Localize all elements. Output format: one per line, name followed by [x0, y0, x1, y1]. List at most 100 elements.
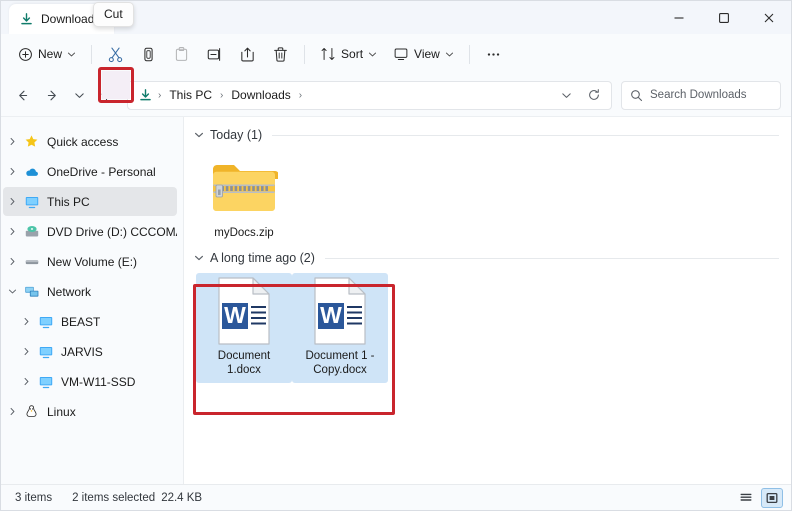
sidebar-item-onedrive[interactable]: OneDrive - Personal: [3, 157, 177, 186]
paste-icon: [175, 46, 188, 61]
toolbar-divider: [91, 44, 93, 64]
sidebar-item-quick-access[interactable]: Quick access: [3, 127, 177, 156]
minimize-button[interactable]: [656, 1, 701, 34]
chevron-down-icon: [67, 52, 76, 56]
chevron-down-icon: [74, 92, 84, 98]
status-selection-size: 22.4 KB: [161, 491, 203, 504]
view-button[interactable]: View: [386, 39, 461, 69]
scissors-icon: [108, 47, 123, 62]
disc-drive-icon: [21, 224, 42, 240]
refresh-button[interactable]: [581, 83, 607, 108]
downloads-arrow-icon: [19, 12, 34, 27]
chevron-right-icon[interactable]: [17, 317, 35, 326]
trash-icon: [274, 46, 287, 62]
sidebar-item-label: Linux: [47, 404, 76, 419]
breadcrumb[interactable]: › This PC › Downloads ›: [127, 80, 612, 110]
chevron-down-icon[interactable]: [194, 130, 204, 140]
sort-button-label: Sort: [341, 47, 364, 61]
window-controls: [656, 1, 791, 34]
file-explorer-window: Downloads Cut New Sort View › This PC › …: [0, 0, 792, 511]
chevron-right-icon[interactable]: [17, 347, 35, 356]
file-item-document-1-copy[interactable]: W Document 1 - Copy.docx: [292, 273, 388, 383]
breadcrumb-actions: [553, 83, 607, 108]
sidebar-item-beast[interactable]: BEAST: [3, 307, 177, 336]
sidebar-item-network[interactable]: Network: [3, 277, 177, 306]
toolbar-divider-3: [468, 44, 470, 64]
file-item-document-1[interactable]: W Document 1.docx: [196, 273, 292, 383]
copy-button[interactable]: [133, 39, 164, 69]
chevron-down-icon[interactable]: [194, 253, 204, 263]
chevron-right-icon[interactable]: [3, 257, 21, 266]
sidebar-item-jarvis[interactable]: JARVIS: [3, 337, 177, 366]
status-selection-count: 2 items selected: [72, 491, 156, 504]
search-input[interactable]: Search Downloads: [621, 80, 781, 110]
sidebar-item-label: BEAST: [61, 314, 101, 329]
chevron-right-icon[interactable]: [3, 227, 21, 236]
chevron-down-icon[interactable]: [3, 287, 21, 296]
maximize-button[interactable]: [701, 1, 746, 34]
chevron-right-icon[interactable]: [3, 137, 21, 146]
network-icon: [21, 284, 42, 300]
file-list-view[interactable]: Today (1) myDocs.zip A long time ago (2)…: [184, 117, 791, 484]
cut-tooltip: Cut: [93, 2, 134, 27]
sidebar-item-this-pc[interactable]: This PC: [3, 187, 177, 216]
status-bar: 3 items 2 items selected 22.4 KB: [1, 484, 791, 510]
breadcrumb-item-downloads[interactable]: Downloads: [226, 86, 295, 104]
zip-folder-icon: [209, 155, 279, 221]
file-name: Document 1.docx: [217, 350, 271, 376]
share-button[interactable]: [232, 39, 263, 69]
search-placeholder: Search Downloads: [650, 89, 747, 101]
star-icon: [21, 134, 42, 149]
details-view-button[interactable]: [735, 488, 757, 508]
previous-locations-button[interactable]: [553, 83, 579, 108]
new-button-label: New: [38, 47, 63, 61]
delete-button[interactable]: [265, 39, 296, 69]
back-button[interactable]: [7, 80, 37, 110]
group-header-today[interactable]: Today (1): [192, 125, 791, 145]
group-header-label: A long time ago (2): [210, 251, 315, 265]
chevron-right-icon[interactable]: [3, 407, 21, 416]
group-header-a-long-time-ago[interactable]: A long time ago (2): [192, 248, 791, 268]
list-icon: [740, 493, 752, 501]
breadcrumb-separator: ›: [220, 89, 224, 101]
share-icon: [241, 47, 254, 61]
chevron-right-icon[interactable]: [3, 167, 21, 176]
explorer-body: Quick access OneDrive - Personal This PC…: [1, 116, 791, 484]
group-divider: [324, 257, 779, 259]
group-divider: [272, 134, 779, 136]
recent-locations-button[interactable]: [67, 80, 91, 110]
sidebar-item-label: OneDrive - Personal: [47, 164, 156, 179]
linux-penguin-icon: [21, 404, 42, 419]
toolbar-divider-2: [304, 44, 306, 64]
sidebar-item-new-volume[interactable]: New Volume (E:): [3, 247, 177, 276]
svg-text:W: W: [320, 302, 342, 328]
rename-button[interactable]: [199, 39, 230, 69]
sidebar-item-dvd-drive[interactable]: DVD Drive (D:) CCCOMA_X6: [3, 217, 177, 246]
new-button[interactable]: New: [11, 39, 83, 69]
navigation-pane: Quick access OneDrive - Personal This PC…: [1, 117, 184, 484]
view-mode-buttons: [735, 487, 783, 508]
copy-icon: [144, 47, 153, 61]
command-toolbar: New Sort View: [1, 34, 791, 103]
breadcrumb-separator: ›: [158, 89, 162, 101]
sidebar-item-label: New Volume (E:): [47, 254, 138, 269]
large-icons-view-button[interactable]: [761, 487, 783, 508]
see-more-button[interactable]: [478, 39, 509, 69]
sidebar-item-vm-w11-ssd[interactable]: VM-W11-SSD: [3, 367, 177, 396]
chevron-down-icon: [445, 52, 453, 56]
chevron-right-icon[interactable]: [17, 377, 35, 386]
monitor-icon: [35, 374, 56, 390]
cut-button-highlight-fill: [102, 71, 130, 99]
file-item-mydocs-zip[interactable]: myDocs.zip: [196, 150, 292, 246]
sidebar-item-label: DVD Drive (D:) CCCOMA_X6: [47, 224, 177, 239]
close-button[interactable]: [746, 1, 791, 34]
sidebar-item-linux[interactable]: Linux: [3, 397, 177, 426]
cut-button[interactable]: [100, 39, 131, 69]
chevron-right-icon[interactable]: [3, 197, 21, 206]
file-name: myDocs.zip: [214, 227, 274, 239]
word-document-icon: W: [209, 277, 279, 345]
breadcrumb-item-this-pc[interactable]: This PC: [164, 86, 217, 104]
forward-button[interactable]: [37, 80, 67, 110]
sidebar-item-label: Quick access: [47, 134, 119, 149]
sort-button[interactable]: Sort: [313, 39, 384, 69]
